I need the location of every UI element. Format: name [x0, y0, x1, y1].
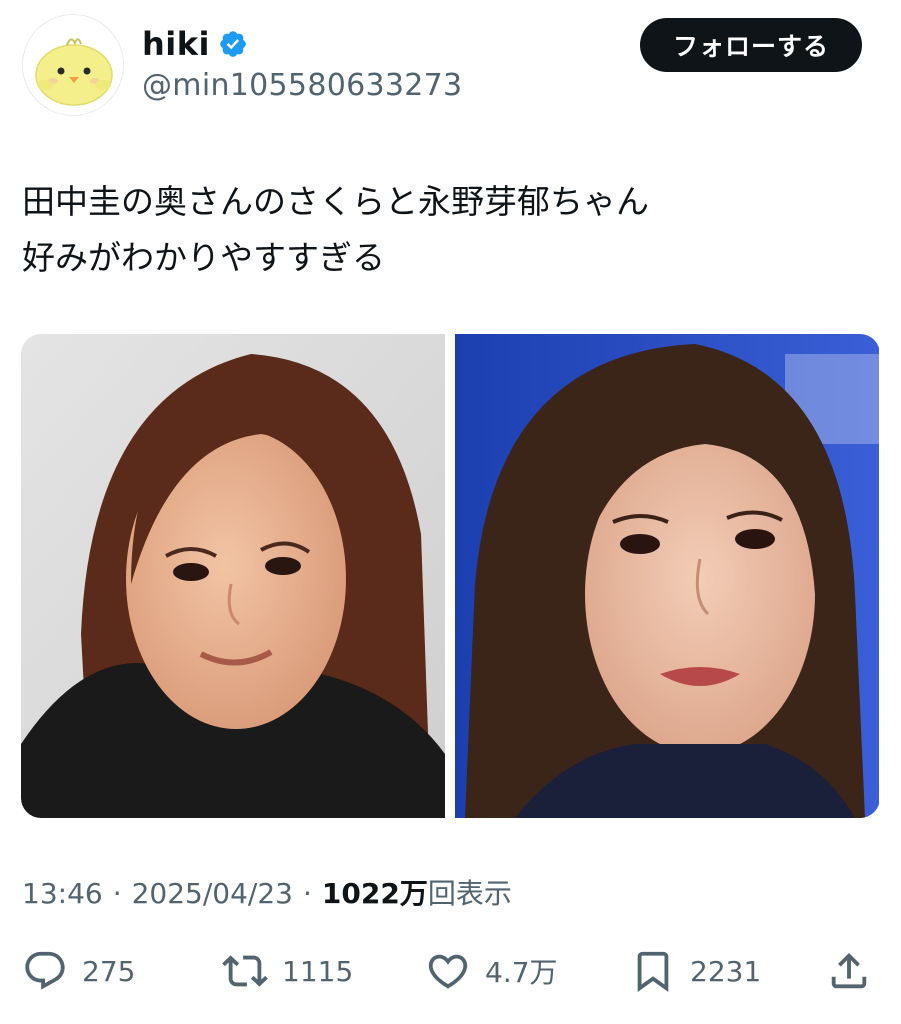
photo-right[interactable] — [455, 334, 879, 818]
photo-left[interactable] — [21, 334, 445, 818]
media-grid — [21, 334, 880, 818]
verified-badge-icon — [220, 31, 246, 57]
retweet-icon — [222, 955, 268, 987]
reply-icon — [25, 951, 65, 990]
display-name[interactable]: hiki — [142, 25, 210, 63]
tweet-text-line: 好みがわかりやすすぎる — [22, 238, 385, 277]
tweet-meta: 13:46 · 2025/04/23 · 1022万 回表示 — [22, 872, 512, 912]
action-bar: 275 1115 4.7万 2231 — [0, 940, 901, 1002]
share-button[interactable] — [826, 940, 872, 1002]
tweet-text-line: 田中圭の奥さんのさくらと永野芽郁ちゃん — [22, 182, 649, 221]
bookmark-button[interactable]: 2231 — [630, 940, 761, 1002]
follow-button[interactable]: フォローする — [640, 18, 862, 72]
heart-icon — [428, 954, 468, 989]
reply-count: 275 — [82, 954, 136, 988]
user-handle[interactable]: @min105580633273 — [142, 68, 462, 103]
views-label: 回表示 — [427, 877, 512, 910]
retweet-button[interactable]: 1115 — [222, 940, 353, 1002]
bookmark-icon — [637, 951, 669, 992]
tweet-time[interactable]: 13:46 — [22, 877, 103, 910]
views-count: 1022万 — [321, 877, 428, 910]
avatar[interactable] — [22, 14, 124, 116]
meta-separator: · — [112, 877, 122, 910]
meta-separator: · — [303, 877, 312, 910]
share-icon — [831, 952, 867, 989]
tweet-date[interactable]: 2025/04/23 — [132, 877, 293, 910]
like-count: 4.7万 — [485, 956, 558, 989]
bookmark-count: 2231 — [690, 954, 762, 988]
reply-button[interactable]: 275 — [22, 940, 135, 1002]
retweet-count: 1115 — [282, 954, 354, 988]
author-block: hiki @min105580633273 — [142, 22, 462, 103]
chick-icon — [23, 15, 123, 115]
display-name-row: hiki — [142, 22, 462, 66]
tweet-text: 田中圭の奥さんのさくらと永野芽郁ちゃん 好みがわかりやすすぎる — [22, 174, 882, 286]
like-button[interactable]: 4.7万 — [425, 940, 558, 1002]
